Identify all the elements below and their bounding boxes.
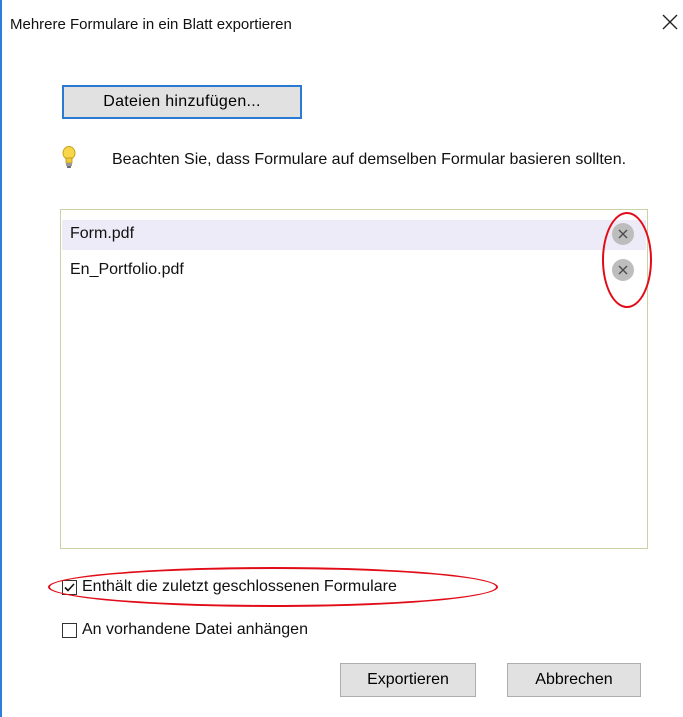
remove-icon[interactable] — [612, 223, 634, 245]
option-label: An vorhandene Datei anhängen — [82, 621, 308, 638]
checkbox-checked[interactable] — [62, 579, 77, 595]
file-list[interactable]: Form.pdf En_Portfolio.pdf — [60, 209, 648, 549]
append-existing-option[interactable]: An vorhandene Datei anhängen — [62, 621, 308, 639]
lightbulb-icon — [62, 146, 76, 168]
export-forms-dialog: Mehrere Formulare in ein Blatt exportier… — [0, 0, 683, 717]
export-button[interactable]: Exportieren — [340, 663, 476, 697]
remove-icon[interactable] — [612, 259, 634, 281]
list-item[interactable]: En_Portfolio.pdf — [62, 256, 646, 286]
checkmark-icon — [64, 582, 75, 592]
dialog-title: Mehrere Formulare in ein Blatt exportier… — [10, 16, 292, 33]
cancel-button[interactable]: Abbrechen — [507, 663, 641, 697]
hint-text: Beachten Sie, dass Formulare auf demselb… — [112, 151, 627, 168]
file-name: Form.pdf — [70, 225, 135, 242]
list-item[interactable]: Form.pdf — [62, 220, 646, 250]
close-icon[interactable] — [658, 10, 682, 34]
file-name: En_Portfolio.pdf — [70, 261, 184, 278]
include-recently-closed-option[interactable]: Enthält die zuletzt geschlossenen Formul… — [62, 578, 397, 596]
option-label: Enthält die zuletzt geschlossenen Formul… — [82, 578, 397, 595]
add-files-button[interactable]: Dateien hinzufügen... — [62, 85, 302, 119]
checkbox-unchecked[interactable] — [62, 622, 77, 638]
